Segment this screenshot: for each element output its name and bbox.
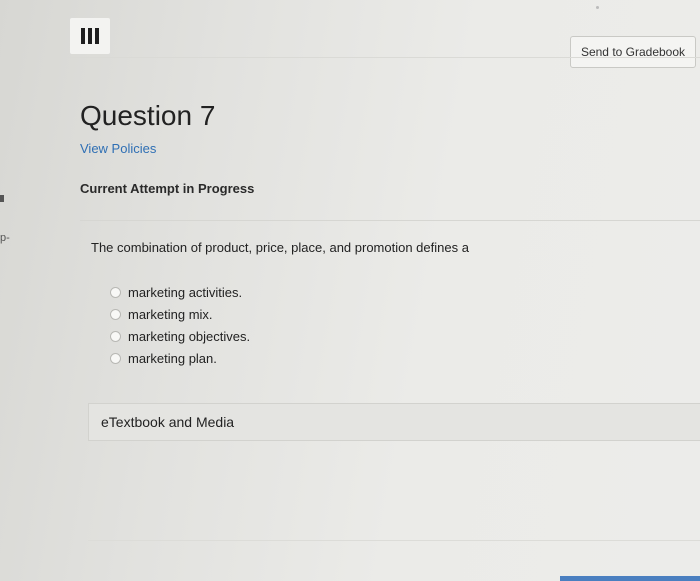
radio-button[interactable]	[110, 286, 121, 298]
answer-option-label: marketing activities.	[128, 284, 243, 300]
etextbook-and-media-toggle[interactable]: eTextbook and Media	[88, 403, 700, 441]
answer-option-label: marketing mix.	[128, 306, 213, 322]
answer-options: marketing activities. marketing mix. mar…	[110, 281, 250, 369]
etextbook-and-media-label: eTextbook and Media	[101, 414, 235, 430]
view-policies-link[interactable]: View Policies	[80, 141, 156, 156]
decorative-dot	[596, 6, 599, 9]
radio-button[interactable]	[110, 330, 121, 342]
attempt-status: Current Attempt in Progress	[80, 181, 255, 196]
hamburger-menu-icon	[81, 28, 99, 44]
answer-option-label: marketing plan.	[128, 350, 217, 366]
section-divider	[80, 220, 700, 221]
accent-bar	[560, 576, 700, 581]
side-fragment-text: p-	[0, 232, 10, 244]
header-divider	[70, 57, 700, 58]
answer-option[interactable]: marketing plan.	[110, 347, 250, 369]
menu-button[interactable]	[70, 18, 110, 54]
answer-option[interactable]: marketing mix.	[110, 303, 250, 325]
bottom-divider	[88, 540, 700, 541]
side-marker	[0, 195, 4, 202]
radio-button[interactable]	[110, 308, 121, 320]
answer-option[interactable]: marketing activities.	[110, 281, 250, 303]
question-text: The combination of product, price, place…	[91, 240, 469, 255]
radio-button[interactable]	[110, 352, 121, 364]
question-title: Question 7	[80, 100, 216, 131]
answer-option[interactable]: marketing objectives.	[110, 325, 250, 347]
answer-option-label: marketing objectives.	[128, 328, 251, 344]
send-to-gradebook-button[interactable]: Send to Gradebook	[570, 36, 696, 68]
